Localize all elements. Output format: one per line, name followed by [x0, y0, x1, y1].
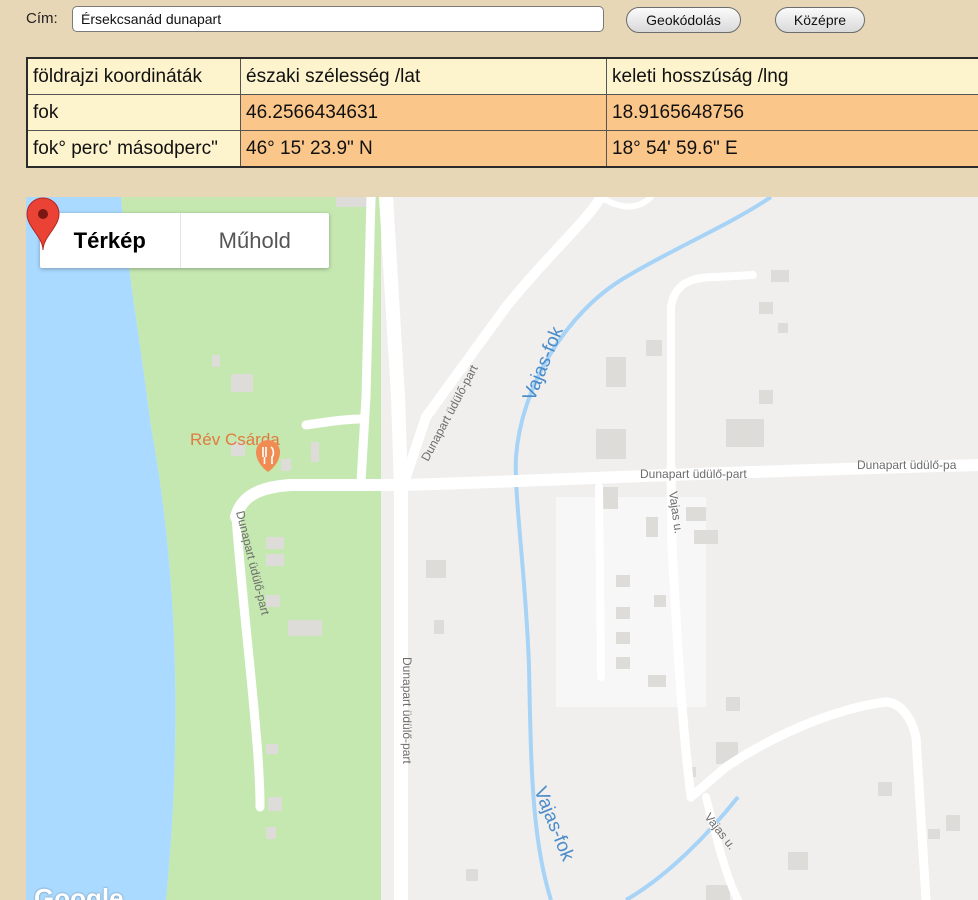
- table-header-cell: földrajzi koordináták: [26, 57, 241, 95]
- table-header-cell: keleti hosszúság /lng: [606, 57, 978, 95]
- map-type-satellite-button[interactable]: Műhold: [181, 213, 329, 268]
- table-cell: fok: [26, 94, 241, 131]
- center-button[interactable]: Középre: [775, 7, 865, 33]
- table-header-row: földrajzi koordináták északi szélesség /…: [26, 57, 978, 95]
- address-label: Cím:: [26, 10, 58, 27]
- table-cell-lng: 18.9165648756: [606, 94, 978, 131]
- table-cell-lat-dms: 46° 15' 23.9" N: [240, 130, 607, 168]
- address-input[interactable]: [72, 6, 604, 32]
- table-row: fok° perc' másodperc" 46° 15' 23.9" N 18…: [26, 130, 978, 168]
- map-graphics: Dunapart üdülő-part Dunapart üdülő-part …: [26, 197, 978, 900]
- map-type-control: Térkép Műhold: [40, 213, 329, 268]
- geocode-button[interactable]: Geokódolás: [626, 7, 741, 33]
- coordinates-table: földrajzi koordináták északi szélesség /…: [26, 57, 978, 168]
- table-cell-lat: 46.2566434631: [240, 94, 607, 131]
- table-cell: fok° perc' másodperc": [26, 130, 241, 168]
- table-row: fok 46.2566434631 18.9165648756: [26, 94, 978, 131]
- road-label-main-right: Dunapart üdülő-pa: [857, 458, 957, 472]
- road-label-main: Dunapart üdülő-part: [640, 467, 747, 481]
- address-form: Cím: Geokódolás Középre: [0, 0, 978, 42]
- table-header-cell: északi szélesség /lat: [240, 57, 607, 95]
- road-label-vertical: Dunapart üdülő-part: [400, 657, 414, 764]
- google-logo[interactable]: Google: [34, 883, 124, 900]
- location-marker-icon[interactable]: [26, 197, 60, 251]
- table-cell-lng-dms: 18° 54' 59.6" E: [606, 130, 978, 168]
- map-type-map-button[interactable]: Térkép: [40, 213, 181, 268]
- map-canvas[interactable]: Dunapart üdülő-part Dunapart üdülő-part …: [26, 197, 978, 900]
